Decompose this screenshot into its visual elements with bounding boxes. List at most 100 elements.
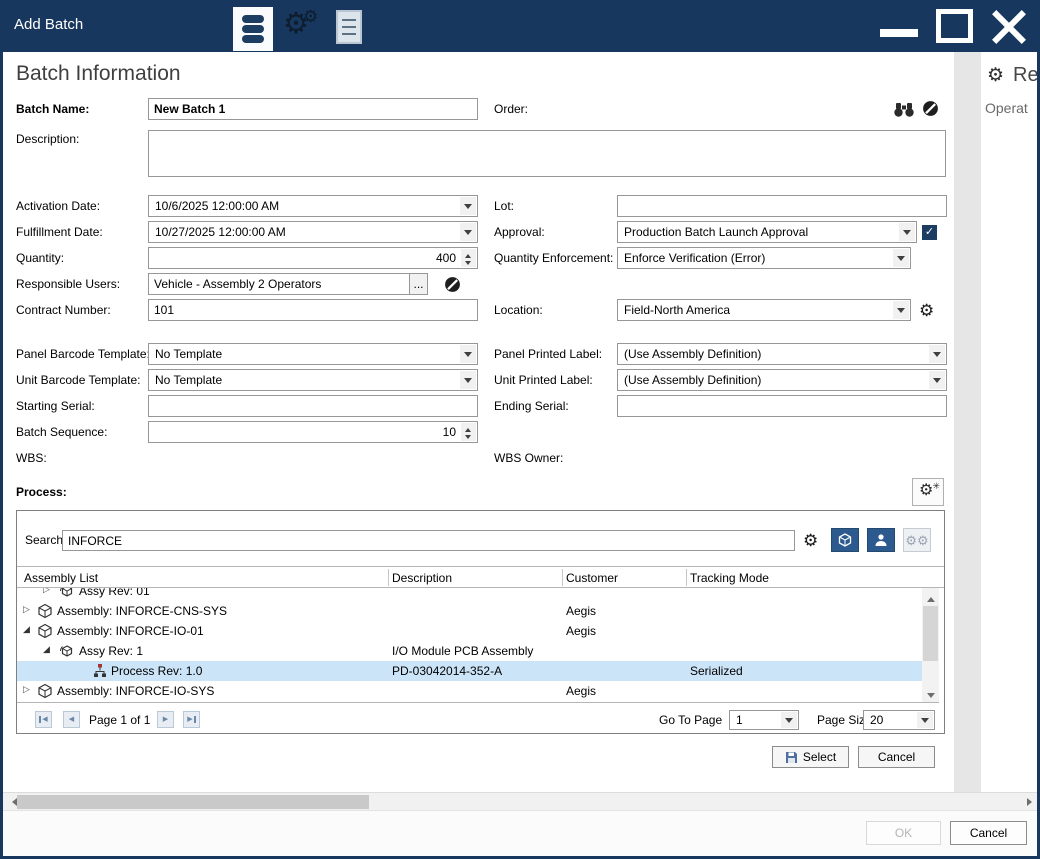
location-gear-icon[interactable]: ⚙ bbox=[919, 302, 934, 319]
column-header-assembly-list[interactable]: Assembly List bbox=[24, 571, 98, 585]
row-description: I/O Module PCB Assembly bbox=[392, 644, 533, 658]
window-title: Add Batch bbox=[14, 16, 83, 33]
expander-expanded-icon[interactable]: ◢ bbox=[23, 625, 30, 634]
assembly-icon bbox=[37, 683, 53, 699]
unit-barcode-template-combo[interactable]: No Template bbox=[148, 369, 478, 391]
batch-sequence-label: Batch Sequence: bbox=[16, 421, 107, 443]
chevron-down-icon[interactable] bbox=[929, 371, 945, 389]
table-row[interactable]: ▷ Assembly: INFORCE-IO-SYS Aegis bbox=[17, 681, 922, 701]
search-input[interactable] bbox=[62, 530, 795, 551]
panel-printed-label-combo[interactable]: (Use Assembly Definition) bbox=[617, 343, 947, 365]
spin-down-icon[interactable] bbox=[461, 258, 476, 267]
chevron-down-icon[interactable] bbox=[917, 712, 933, 728]
next-page-button[interactable]: ▶ bbox=[157, 711, 174, 728]
scrollbar-thumb[interactable] bbox=[923, 606, 938, 661]
quantity-spinner[interactable] bbox=[461, 249, 476, 267]
responsible-users-input[interactable] bbox=[148, 273, 410, 295]
go-to-page-combo[interactable]: 1 bbox=[729, 710, 799, 730]
page-indicator: Page 1 of 1 bbox=[89, 713, 150, 727]
chevron-down-icon[interactable] bbox=[460, 371, 476, 389]
table-row[interactable]: ◢ Assy Rev: 1 I/O Module PCB Assembly bbox=[17, 641, 922, 661]
chevron-down-icon[interactable] bbox=[781, 712, 797, 728]
chevron-down-icon[interactable] bbox=[899, 223, 915, 241]
approval-combo[interactable]: Production Batch Launch Approval bbox=[617, 221, 917, 243]
spin-down-icon[interactable] bbox=[461, 432, 476, 441]
quantity-enforcement-value: Enforce Verification (Error) bbox=[624, 251, 891, 265]
description-input[interactable] bbox=[148, 130, 946, 177]
table-row[interactable]: ▷ Assembly: INFORCE-CNS-SYS Aegis bbox=[17, 601, 922, 621]
responsible-users-label: Responsible Users: bbox=[16, 273, 120, 295]
scroll-right-icon[interactable] bbox=[1020, 793, 1037, 811]
panel-cancel-button[interactable]: Cancel bbox=[858, 746, 935, 768]
chevron-down-icon[interactable] bbox=[460, 197, 476, 215]
ok-button[interactable]: OK bbox=[866, 821, 941, 845]
batch-data-button[interactable] bbox=[233, 7, 273, 51]
previous-page-button[interactable]: ◀ bbox=[63, 711, 80, 728]
batch-name-input[interactable] bbox=[148, 98, 478, 120]
quantity-enforcement-combo[interactable]: Enforce Verification (Error) bbox=[617, 247, 911, 269]
page-size-combo[interactable]: 20 bbox=[863, 710, 935, 730]
maximize-button[interactable] bbox=[936, 9, 973, 43]
expander-expanded-icon[interactable]: ◢ bbox=[43, 645, 50, 654]
expander-collapsed-icon[interactable]: ▷ bbox=[43, 588, 50, 594]
column-header-description[interactable]: Description bbox=[392, 571, 452, 585]
expander-collapsed-icon[interactable]: ▷ bbox=[23, 685, 30, 694]
responsible-users-browse-button[interactable]: ... bbox=[409, 273, 428, 295]
batch-sequence-spinner[interactable] bbox=[461, 423, 476, 441]
last-page-button[interactable]: ▶ bbox=[183, 711, 200, 728]
unit-printed-label-combo[interactable]: (Use Assembly Definition) bbox=[617, 369, 947, 391]
chevron-down-icon[interactable] bbox=[893, 249, 909, 267]
spin-up-icon[interactable] bbox=[461, 423, 476, 432]
activation-date-value: 10/6/2025 12:00:00 AM bbox=[155, 199, 458, 213]
scrollbar-thumb[interactable] bbox=[17, 795, 369, 809]
chevron-down-icon[interactable] bbox=[460, 223, 476, 241]
scroll-down-icon[interactable] bbox=[922, 687, 939, 702]
user-filter-button[interactable] bbox=[867, 528, 895, 552]
lot-input[interactable] bbox=[617, 195, 947, 217]
clear-order-icon[interactable] bbox=[922, 100, 939, 117]
activation-date-combo[interactable]: 10/6/2025 12:00:00 AM bbox=[148, 195, 478, 217]
cancel-button[interactable]: Cancel bbox=[950, 821, 1027, 845]
location-combo[interactable]: Field-North America bbox=[617, 299, 911, 321]
wbs-label: WBS: bbox=[16, 447, 47, 469]
contract-number-input[interactable] bbox=[148, 299, 478, 321]
process-filter-button[interactable]: ⚙⚙ bbox=[903, 528, 931, 552]
spin-up-icon[interactable] bbox=[461, 249, 476, 258]
close-button[interactable] bbox=[985, 4, 1033, 50]
column-header-tracking-mode[interactable]: Tracking Mode bbox=[690, 571, 769, 585]
quantity-input[interactable]: 400 bbox=[148, 247, 478, 269]
process-settings-button[interactable]: ⚙✳ bbox=[912, 478, 944, 506]
horizontal-scrollbar[interactable] bbox=[3, 792, 1037, 810]
table-row-selected[interactable]: Process Rev: 1.0 PD-03042014-352-A Seria… bbox=[17, 661, 922, 681]
search-settings-gear-icon[interactable]: ⚙ bbox=[803, 532, 818, 549]
right-panel-subtitle: Operat bbox=[985, 100, 1028, 116]
quantity-value: 400 bbox=[436, 251, 456, 265]
starting-serial-input[interactable] bbox=[148, 395, 478, 417]
gears-button[interactable]: ⚙ ⚙ bbox=[281, 8, 323, 48]
approval-checkbox-icon[interactable]: ✓ bbox=[922, 225, 937, 240]
assembly-filter-button[interactable] bbox=[831, 528, 859, 552]
grid-vertical-scrollbar[interactable] bbox=[922, 588, 939, 702]
first-page-button[interactable]: ◀ bbox=[35, 711, 52, 728]
row-tracking-mode: Serialized bbox=[690, 664, 743, 678]
ending-serial-input[interactable] bbox=[617, 395, 947, 417]
fulfillment-date-combo[interactable]: 10/27/2025 12:00:00 AM bbox=[148, 221, 478, 243]
column-header-customer[interactable]: Customer bbox=[566, 571, 618, 585]
binoculars-icon[interactable] bbox=[893, 101, 915, 118]
clear-responsible-users-icon[interactable] bbox=[444, 276, 461, 293]
expander-collapsed-icon[interactable]: ▷ bbox=[23, 605, 30, 614]
table-row[interactable]: ▷ Assy Rev: 01 bbox=[17, 588, 922, 601]
panel-barcode-template-combo[interactable]: No Template bbox=[148, 343, 478, 365]
table-row[interactable]: ◢ Assembly: INFORCE-IO-01 Aegis bbox=[17, 621, 922, 641]
minimize-button[interactable] bbox=[880, 29, 918, 37]
select-button[interactable]: Select bbox=[772, 746, 849, 768]
chevron-down-icon[interactable] bbox=[929, 345, 945, 363]
chevron-down-icon[interactable] bbox=[893, 301, 909, 319]
document-button[interactable] bbox=[330, 8, 372, 48]
ending-serial-label: Ending Serial: bbox=[494, 395, 569, 417]
go-to-page-value: 1 bbox=[736, 713, 779, 727]
batch-sequence-input[interactable]: 10 bbox=[148, 421, 478, 443]
chevron-down-icon[interactable] bbox=[460, 345, 476, 363]
scroll-up-icon[interactable] bbox=[922, 588, 939, 603]
next-page-icon: ▶ bbox=[163, 716, 168, 723]
